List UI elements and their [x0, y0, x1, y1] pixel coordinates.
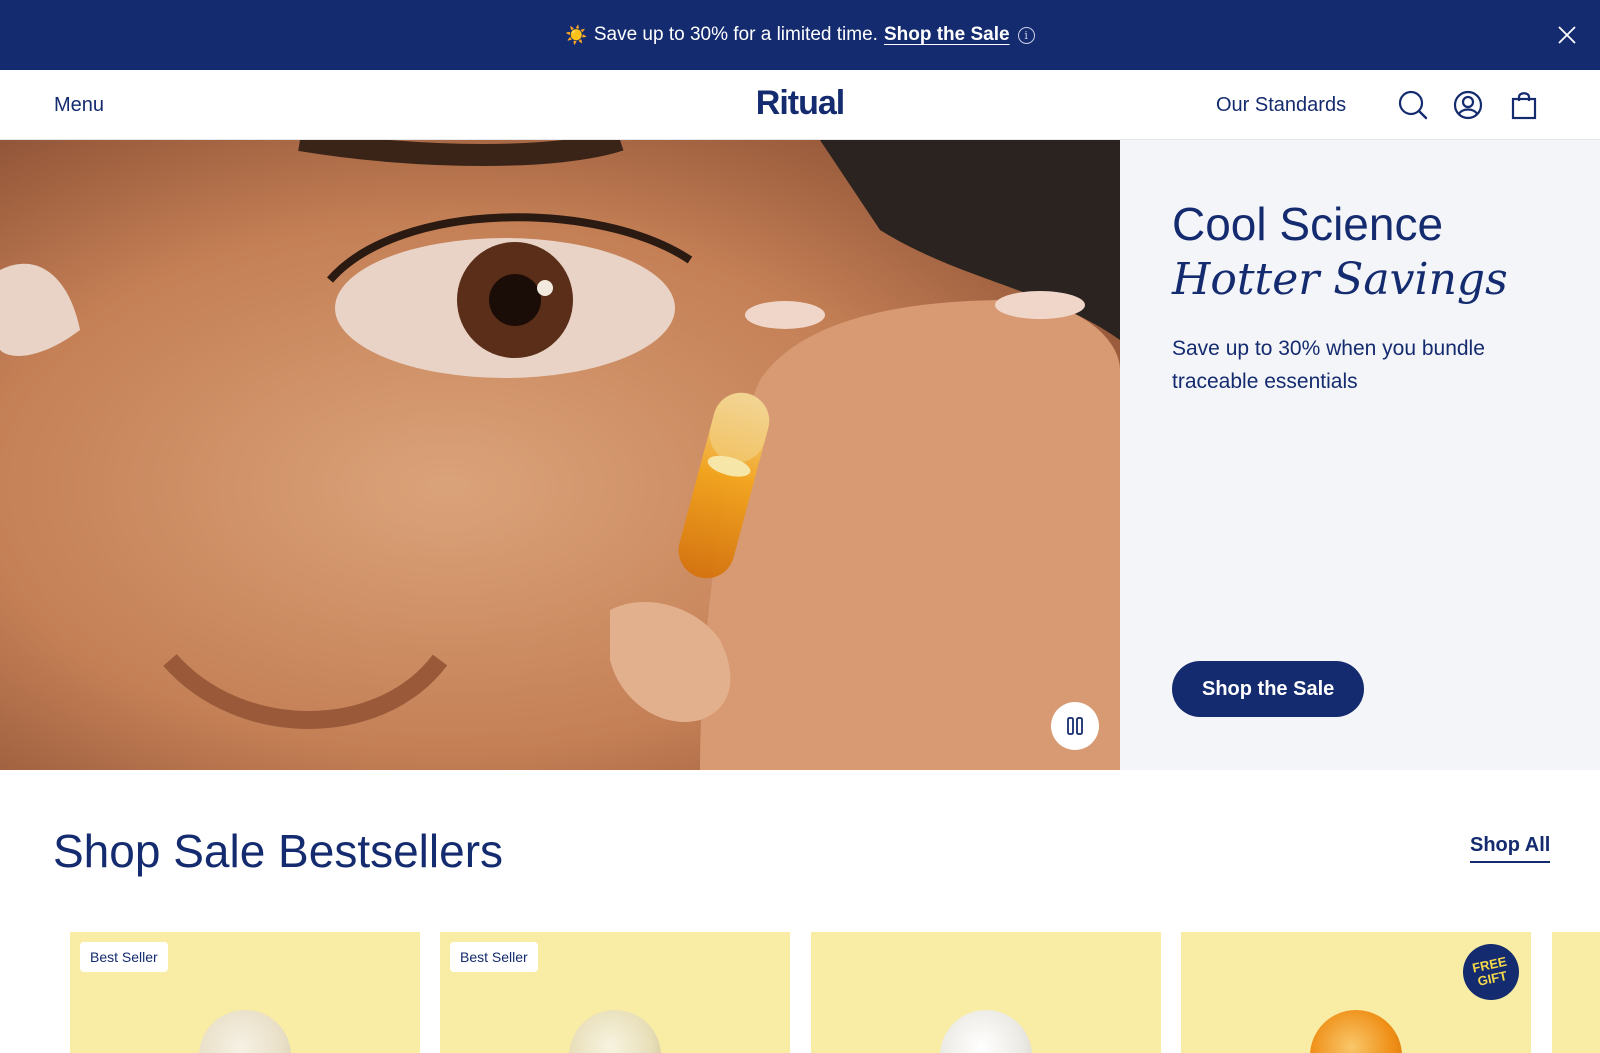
our-standards-link[interactable]: Our Standards: [1216, 94, 1346, 117]
product-bottle-image: [940, 1010, 1032, 1053]
search-icon[interactable]: [1397, 89, 1429, 121]
close-icon[interactable]: [1556, 24, 1578, 46]
site-header: Menu Ritual Our Standards: [0, 70, 1600, 140]
promo-shop-sale-link[interactable]: Shop the Sale: [884, 24, 1010, 46]
promo-banner: ☀️ Save up to 30% for a limited time. Sh…: [0, 0, 1600, 70]
product-card[interactable]: Best Seller: [440, 932, 790, 1053]
pause-video-button[interactable]: [1051, 702, 1099, 750]
hero-subtitle: Save up to 30% when you bundle traceable…: [1172, 337, 1485, 393]
hero-title-line2: Hotter Savings: [1172, 254, 1508, 305]
ritual-logo[interactable]: Ritual: [0, 84, 1600, 123]
free-gift-badge: FREE GIFT: [1457, 938, 1525, 1006]
product-card[interactable]: Best Seller: [70, 932, 420, 1053]
hero-title-line1: Cool Science: [1172, 198, 1444, 250]
sun-icon: ☀️: [565, 24, 588, 45]
hero-panel: Cool Science Hotter Savings Save up to 3…: [1120, 140, 1600, 770]
bag-icon[interactable]: [1508, 89, 1540, 121]
product-bottle-image: [199, 1010, 291, 1053]
product-bottle-image: [569, 1010, 661, 1053]
bestsellers-title: Shop Sale Bestsellers: [53, 825, 504, 877]
hero-title: Cool Science Hotter Savings: [1172, 196, 1508, 308]
pause-icon: [1067, 717, 1083, 735]
best-seller-badge: Best Seller: [450, 942, 538, 972]
product-card[interactable]: FREE GIFT: [1181, 932, 1531, 1053]
account-icon[interactable]: [1452, 89, 1484, 121]
promo-text: Save up to 30% for a limited time.: [593, 24, 878, 45]
product-card-partial[interactable]: [1552, 932, 1600, 1053]
product-bottle-image: [1310, 1010, 1402, 1053]
hero-video: [0, 140, 1120, 770]
best-seller-badge: Best Seller: [80, 942, 168, 972]
shop-the-sale-button[interactable]: Shop the Sale: [1172, 661, 1365, 717]
info-icon[interactable]: i: [1017, 26, 1035, 44]
product-card[interactable]: [811, 932, 1161, 1053]
hero-image: [0, 140, 1120, 770]
shop-all-link[interactable]: Shop All: [1470, 834, 1551, 863]
